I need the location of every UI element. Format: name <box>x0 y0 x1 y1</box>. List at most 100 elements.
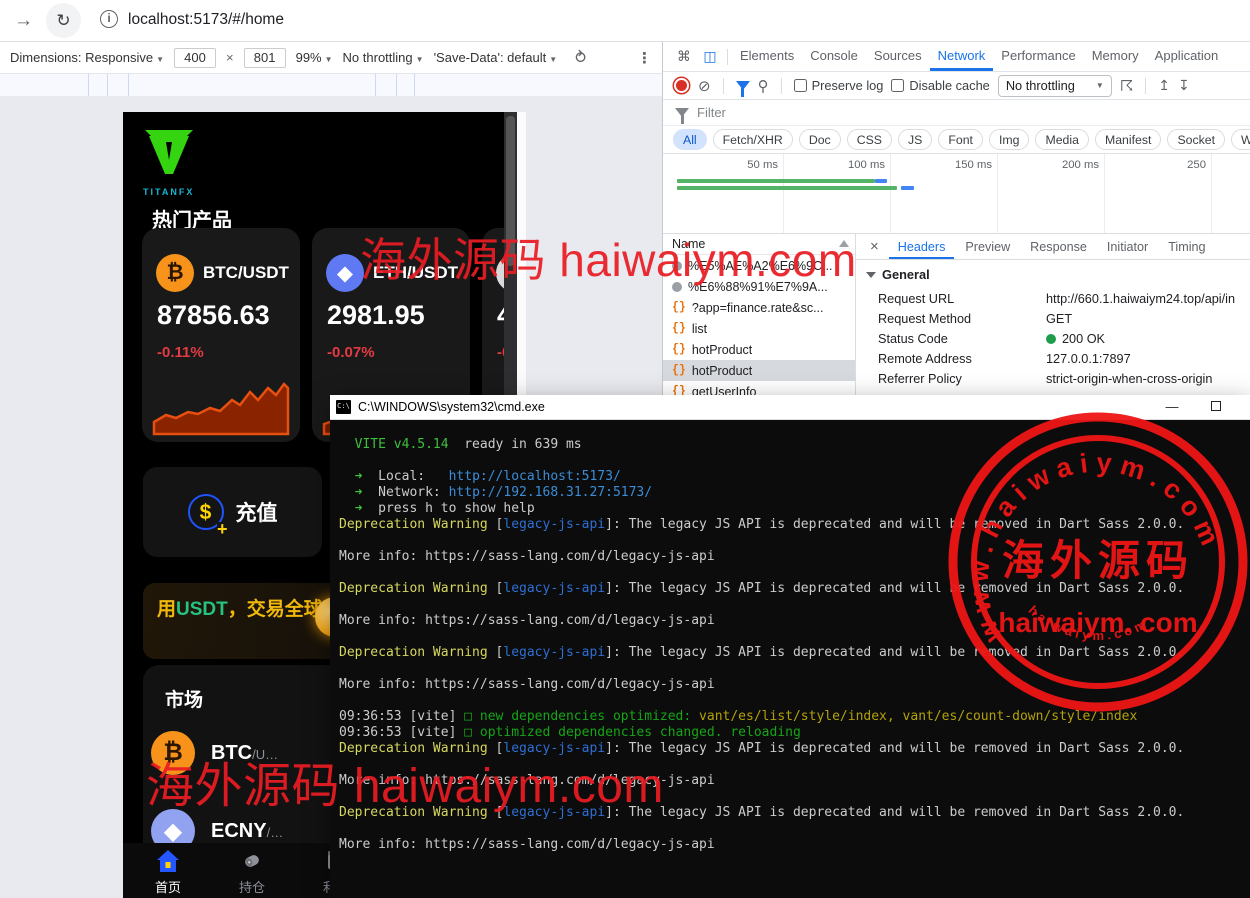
save-data-select[interactable]: 'Save-Data': default▼ <box>434 50 558 65</box>
type-filter-manifest[interactable]: Manifest <box>1095 129 1161 150</box>
general-section-header[interactable]: General <box>856 260 1250 289</box>
timeline-gridline <box>783 154 784 234</box>
nav-label: 首页 <box>155 877 181 896</box>
header-key: Status Code <box>878 332 1046 346</box>
cmd-segment: legacy-js-api <box>503 645 605 660</box>
disable-cache-checkbox[interactable]: Disable cache <box>891 78 989 93</box>
type-filter-js[interactable]: JS <box>898 129 932 150</box>
devtools-tab-performance[interactable]: Performance <box>993 42 1083 71</box>
type-filter-font[interactable]: Font <box>938 129 983 150</box>
devtools-tab-console[interactable]: Console <box>802 42 866 71</box>
device-toolbar: Dimensions: Responsive▼ 400 × 801 99%▼ N… <box>0 42 662 74</box>
devtools-tab-elements[interactable]: Elements <box>732 42 802 71</box>
type-filter-socket[interactable]: Socket <box>1167 129 1225 150</box>
recharge-label: 充值 <box>236 497 278 527</box>
type-filter-img[interactable]: Img <box>989 129 1030 150</box>
request-row[interactable]: {}hotProduct <box>663 360 855 381</box>
chevron-down-icon <box>866 272 876 278</box>
request-row[interactable]: {}list <box>663 318 855 339</box>
hot-card-btc[interactable]: ₿ BTC/USDT 87856.63 -0.11% <box>142 228 300 442</box>
devtools-tab-network[interactable]: Network <box>930 42 994 71</box>
throttle-select[interactable]: No throttling▼ <box>343 50 424 65</box>
change-value: -0.07% <box>327 344 375 361</box>
export-har-icon[interactable]: ↧ <box>1178 77 1190 94</box>
type-filter-fetchxhr[interactable]: Fetch/XHR <box>713 129 793 150</box>
nav-item-positions[interactable]: 持仓 <box>221 843 283 898</box>
record-network-log-button[interactable] <box>676 80 687 91</box>
dimensions-times: × <box>226 50 234 65</box>
media-query-bar[interactable] <box>0 74 662 96</box>
viewport-width-input[interactable]: 400 <box>174 48 216 68</box>
devtools-tab-sources[interactable]: Sources <box>866 42 930 71</box>
header-value-text: 200 OK <box>1062 332 1105 346</box>
type-filter-media[interactable]: Media <box>1035 129 1089 150</box>
cmd-segment: □ new dependencies optimized: <box>464 709 699 724</box>
filter-input[interactable]: Filter <box>697 105 726 120</box>
toggle-device-toolbar-icon[interactable]: ◫ <box>697 48 723 65</box>
filter-toggle-icon[interactable] <box>736 81 750 90</box>
request-type-filters: All Fetch/XHR Doc CSS JS Font ImgMedia Manifest… <box>663 126 1250 154</box>
import-har-icon[interactable]: ↥ <box>1158 77 1170 94</box>
request-name: ?app=finance.rate&sc... <box>692 301 824 315</box>
request-row[interactable]: {}hotProduct <box>663 339 855 360</box>
positions-icon-wrap <box>239 848 265 874</box>
request-details-tabs: × HeadersPreviewResponseInitiatorTiming <box>856 234 1250 260</box>
timeline-gridline <box>1104 154 1105 234</box>
devtools-tab-memory[interactable]: Memory <box>1084 42 1147 71</box>
devtools-tab-application[interactable]: Application <box>1147 42 1227 71</box>
app-logo-text: TITANFX <box>143 187 203 197</box>
url-text[interactable]: localhost:5173/#/home <box>128 11 284 29</box>
cmd-line: 09:36:53 [vite] □ optimized dependencies… <box>339 725 1250 741</box>
header-value: strict-origin-when-cross-origin <box>1046 372 1212 386</box>
header-value: 200 OK <box>1046 332 1105 346</box>
timeline-tick-label: 100 ms <box>848 159 890 171</box>
close-details-icon[interactable]: × <box>862 238 887 255</box>
details-tab-headers[interactable]: Headers <box>889 235 955 259</box>
network-overview-timeline[interactable]: 50 ms100 ms150 ms200 ms250 <box>663 154 1250 234</box>
eth-icon: ◆ <box>326 254 364 292</box>
details-tab-response[interactable]: Response <box>1021 235 1096 259</box>
timeline-gridline <box>890 154 891 234</box>
details-tab-preview[interactable]: Preview <box>956 235 1019 259</box>
header-key: Remote Address <box>878 352 1046 366</box>
recharge-button[interactable]: $+ 充值 <box>143 467 322 557</box>
cmd-app-icon: C:\ <box>336 400 351 414</box>
details-tab-initiator[interactable]: Initiator <box>1098 235 1157 259</box>
search-icon[interactable]: ⚲ <box>758 77 769 95</box>
header-row-request-url: Request URLhttp://660.1.haiwaiym24.top/a… <box>856 289 1250 309</box>
viewport-height-input[interactable]: 801 <box>244 48 286 68</box>
header-key: Referrer Policy <box>878 372 1046 386</box>
cmd-segment: press h to show help <box>378 501 535 516</box>
clear-network-log-icon[interactable]: ⊘ <box>698 77 711 95</box>
app-logo: TITANFX <box>143 130 203 197</box>
watermark-text-top: 海外源码 haiwaiym.com <box>360 224 857 290</box>
titanfx-logo-icon <box>143 130 195 180</box>
request-name: list <box>692 322 707 336</box>
pair-suffix: /… <box>267 825 284 840</box>
request-row[interactable]: {}?app=finance.rate&sc... <box>663 297 855 318</box>
throttling-select[interactable]: No throttling▼ <box>998 75 1112 97</box>
cmd-segment: Deprecation Warning <box>339 581 496 596</box>
type-filter-doc[interactable]: Doc <box>799 129 841 150</box>
type-filter-wasm[interactable]: Wasm <box>1231 129 1250 150</box>
inspect-element-icon[interactable]: ⌘ <box>671 48 697 65</box>
btc-sparkline <box>152 372 290 436</box>
header-row-remote-address: Remote Address127.0.0.1:7897 <box>856 349 1250 369</box>
nav-item-home[interactable]: 首页 <box>137 843 199 898</box>
type-filter-all[interactable]: All <box>673 129 707 150</box>
rotate-viewport-icon[interactable]: ⥁ <box>575 48 586 68</box>
page-info-icon[interactable]: i <box>100 10 118 28</box>
banner-text-usdt: USDT <box>176 599 228 620</box>
preserve-log-checkbox[interactable]: Preserve log <box>794 78 884 93</box>
recharge-icon: $+ <box>188 494 224 530</box>
cmd-segment: More info: https://sass-lang.com/d/legac… <box>339 837 715 852</box>
forward-arrow-icon[interactable]: → <box>14 10 33 32</box>
cmd-segment: legacy-js-api <box>503 581 605 596</box>
dimensions-select[interactable]: Dimensions: Responsive▼ <box>10 50 164 65</box>
network-conditions-icon[interactable]: ☈ <box>1120 77 1133 95</box>
reload-button[interactable]: ↻ <box>46 3 81 38</box>
zoom-select[interactable]: 99%▼ <box>296 50 333 65</box>
type-filter-css[interactable]: CSS <box>847 129 892 150</box>
device-toolbar-menu-icon[interactable]: ⋮ <box>637 49 652 67</box>
details-tab-timing[interactable]: Timing <box>1159 235 1214 259</box>
